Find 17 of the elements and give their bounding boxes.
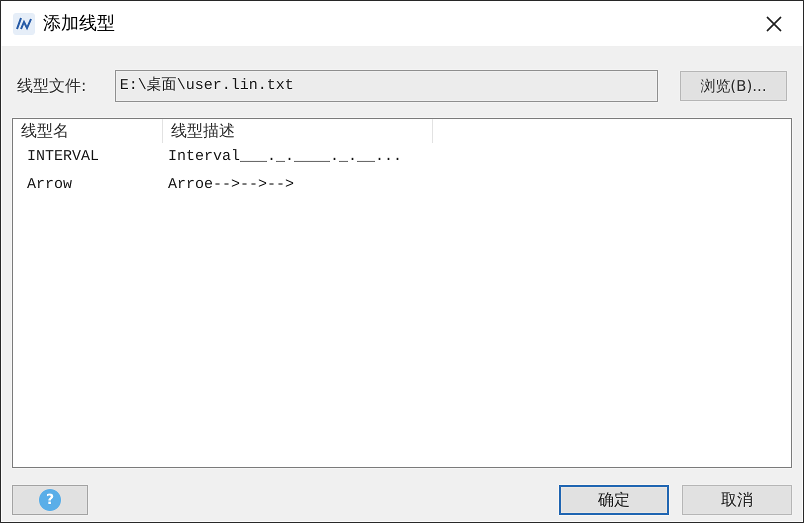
window-title: 添加线型: [43, 12, 115, 36]
linetype-description: Interval___._.____._.__...: [168, 146, 402, 167]
app-icon: [13, 12, 35, 34]
linetype-name: INTERVAL: [26, 146, 100, 167]
column-header[interactable]: 线型名: [13, 119, 163, 143]
linetype-description: Arroe-->-->-->: [168, 174, 294, 195]
file-path-field[interactable]: E:\桌面\user.lin.txt: [114, 70, 658, 102]
column-header[interactable]: 线型描述: [163, 119, 433, 143]
ok-button[interactable]: 确定: [559, 485, 669, 515]
file-label: 线型文件:: [17, 75, 88, 97]
browse-button[interactable]: 浏览(B)...: [680, 71, 787, 101]
help-icon: ?: [39, 489, 61, 511]
linetype-row[interactable]: Arrow Arroe-->-->-->: [13, 171, 791, 199]
linetype-name: Arrow: [26, 174, 74, 195]
cancel-button[interactable]: 取消: [682, 485, 792, 515]
linetype-row[interactable]: INTERVAL Interval___._.____._.__...: [13, 143, 791, 171]
close-icon[interactable]: [765, 14, 783, 32]
